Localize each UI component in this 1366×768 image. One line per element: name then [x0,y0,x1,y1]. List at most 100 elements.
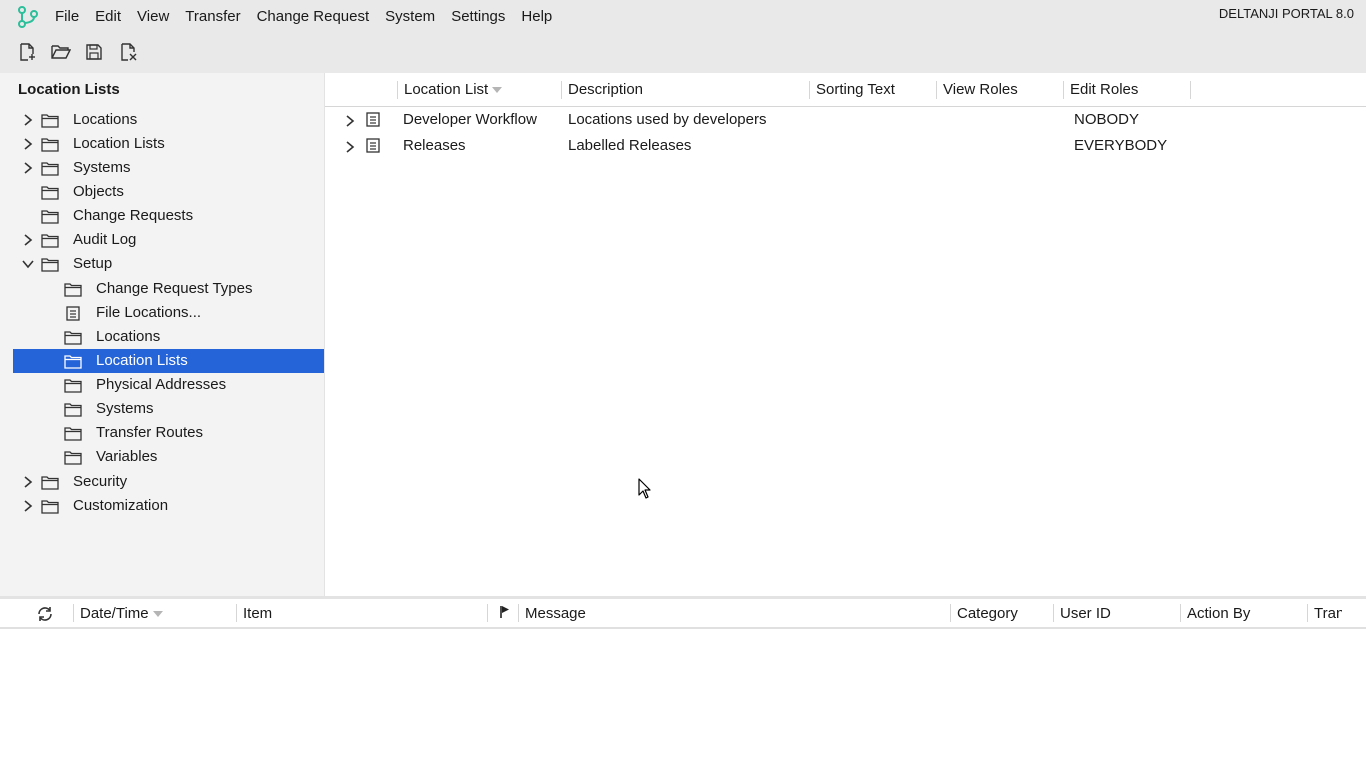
cell-description: Locations used by developers [568,111,767,128]
tree-item-change-request-types[interactable]: Change Request Types [13,277,324,301]
list-icon [366,112,382,128]
grid-header: Location List Description Sorting Text V… [325,73,1366,107]
cell-edit-roles: NOBODY [1074,111,1140,128]
column-header-view-roles[interactable]: View Roles [943,81,1018,98]
chevron-right-icon[interactable] [22,138,34,150]
menu-view[interactable]: View [129,0,177,33]
tree-item-label: File Locations... [96,304,202,321]
tree-item-file-locations[interactable]: File Locations... [13,301,324,325]
column-header-description[interactable]: Description [568,81,643,98]
flag-icon[interactable] [499,605,511,619]
chevron-right-icon[interactable] [22,114,34,126]
cell-location-list: Releases [403,137,466,154]
tree-item-change-requests[interactable]: Change Requests [13,204,324,228]
column-header-location-list[interactable]: Location List [404,81,503,98]
tree-item-label: Audit Log [73,231,137,248]
location-lists-grid: Location List Description Sorting Text V… [325,73,1366,596]
log-column-message[interactable]: Message [525,605,586,622]
tree-item-transfer-routes[interactable]: Transfer Routes [13,421,324,445]
menu-system[interactable]: System [377,0,443,33]
tree-item-label: Setup [73,255,113,272]
chevron-right-icon[interactable] [22,500,34,512]
log-column-item[interactable]: Item [243,605,272,622]
folder-icon [41,256,59,272]
tree-item-security[interactable]: Security [13,470,324,494]
folder-icon [41,474,59,490]
tree-item-objects[interactable]: Objects [13,180,324,204]
log-column-user-id[interactable]: User ID [1060,605,1111,622]
folder-icon [64,353,82,369]
log-column-transfer[interactable]: Tran [1314,605,1342,622]
navigation-panel: Location Lists Locations Location Lists Sy… [0,73,325,596]
tree-item-systems[interactable]: Systems [13,156,324,180]
tree-item-label: Change Request Types [96,280,253,297]
chevron-right-icon[interactable] [345,114,357,127]
column-header-edit-roles[interactable]: Edit Roles [1070,81,1138,98]
toolbar [0,33,1366,73]
tree-item-label: Transfer Routes [96,424,203,441]
refresh-icon[interactable] [36,605,54,623]
folder-icon [64,329,82,345]
sort-desc-icon [492,87,503,94]
menu-change-request[interactable]: Change Request [249,0,378,33]
folder-icon [41,160,59,176]
tree-item-location-lists[interactable]: Location Lists [13,132,324,156]
log-header: Date/Time Item Message Category User ID … [0,599,1366,629]
folder-icon [64,401,82,417]
folder-icon [41,184,59,200]
tree-item-label: Locations [73,111,138,128]
tree-item-label: Customization [73,497,169,514]
table-row[interactable]: Releases Labelled Releases EVERYBODY [325,133,1366,159]
tree-item-label: Security [73,473,128,490]
folder-icon [64,281,82,297]
tree-item-locations[interactable]: Locations [13,325,324,349]
list-icon [366,138,382,154]
tree-item-variables[interactable]: Variables [13,445,324,469]
panel-title: Location Lists [18,81,120,98]
tree-item-setup[interactable]: Setup [13,252,324,276]
chevron-right-icon[interactable] [22,162,34,174]
folder-icon [41,208,59,224]
folder-icon [41,136,59,152]
chevron-down-icon[interactable] [22,258,34,270]
tree-item-label: Variables [96,448,158,465]
close-document-icon[interactable] [117,41,139,63]
tree-item-audit-log[interactable]: Audit Log [13,228,324,252]
menu-bar: File Edit View Transfer Change Request System… [0,0,1366,33]
cell-edit-roles: EVERYBODY [1074,137,1168,154]
folder-icon [64,377,82,393]
branch-logo-icon [16,5,40,29]
tree-item-systems[interactable]: Systems [13,397,324,421]
log-column-action-by[interactable]: Action By [1187,605,1250,622]
column-header-sorting-text[interactable]: Sorting Text [816,81,895,98]
tree-item-label: Locations [96,328,161,345]
folder-icon [41,232,59,248]
tree-item-location-lists[interactable]: Location Lists [13,349,324,373]
menu-transfer[interactable]: Transfer [177,0,248,33]
chevron-right-icon[interactable] [22,234,34,246]
folder-icon [64,449,82,465]
menu-settings[interactable]: Settings [443,0,513,33]
log-column-category[interactable]: Category [957,605,1018,622]
menu-file[interactable]: File [47,0,87,33]
chevron-right-icon[interactable] [22,476,34,488]
save-icon[interactable] [83,41,105,63]
tree-item-locations[interactable]: Locations [13,108,324,132]
tree-item-label: Systems [73,159,131,176]
tree-item-physical-addresses[interactable]: Physical Addresses [13,373,324,397]
chevron-right-icon[interactable] [345,140,357,153]
new-document-icon[interactable] [16,41,38,63]
tree-item-customization[interactable]: Customization [13,494,324,518]
tree-item-label: Physical Addresses [96,376,227,393]
folder-icon [64,425,82,441]
menu-help[interactable]: Help [513,0,560,33]
product-name: DELTANJI PORTAL 8.0 [1218,6,1354,21]
tree-item-label: Location Lists [73,135,165,152]
menu-edit[interactable]: Edit [87,0,129,33]
table-row[interactable]: Developer Workflow Locations used by deve… [325,107,1366,133]
tree-item-label: Objects [73,183,124,200]
log-column-datetime[interactable]: Date/Time [80,605,163,622]
folder-icon [41,498,59,514]
cell-location-list: Developer Workflow [403,111,537,128]
open-folder-icon[interactable] [50,41,72,63]
